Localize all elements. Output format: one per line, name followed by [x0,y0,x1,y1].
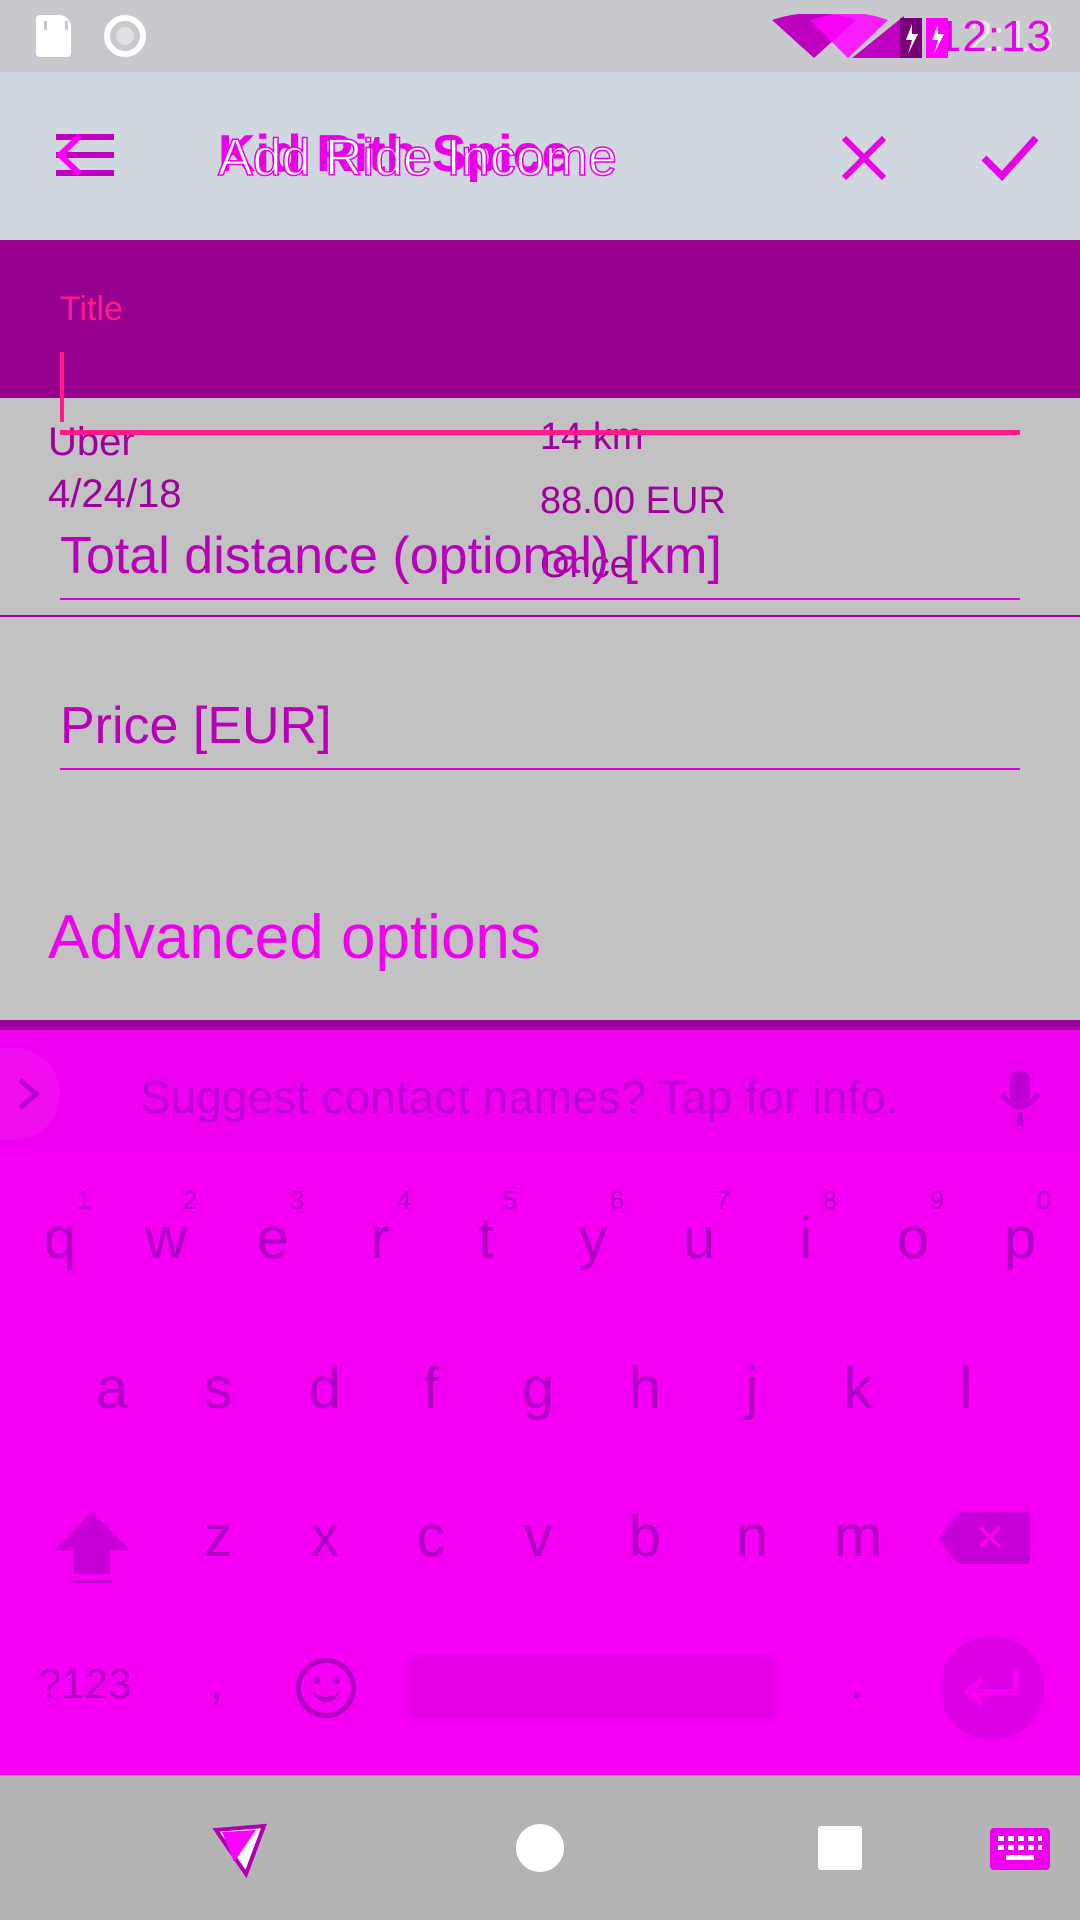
sync-icon [104,15,146,57]
toolbar: Kid Rith Spice Add Ride Income [0,72,1080,240]
close-icon[interactable] [840,134,888,182]
toolbar-title: Add Ride Income [217,128,617,188]
key-v[interactable]: v [493,1503,583,1570]
key-a[interactable]: a [67,1355,157,1422]
advanced-options-button[interactable]: Advanced options [48,902,541,973]
suggestion-text[interactable]: Suggest contact names? Tap for info. [140,1070,899,1124]
enter-icon [963,1670,1019,1707]
price-input[interactable] [60,768,1020,770]
key-k[interactable]: k [813,1355,903,1422]
keyboard-top-edge [0,1020,1080,1030]
recents-icon[interactable] [818,1826,862,1870]
key-hint-1: 1 [76,1185,92,1215]
comma-key[interactable]: , [210,1655,223,1710]
key-hint-3: 3 [289,1185,305,1215]
backspace-key[interactable] [938,1512,1030,1564]
enter-key[interactable] [940,1636,1044,1740]
key-hint-4: 4 [396,1185,412,1215]
distance-field-label: Total distance (optional) [km] [60,527,722,585]
bg-item-date: 4/24/18 [48,472,182,516]
key-s[interactable]: s [173,1355,263,1422]
menu-icon[interactable] [54,132,116,178]
price-field-label: Price [EUR] [60,697,332,755]
key-hint-2: 2 [182,1185,198,1215]
key-hint-7: 7 [715,1185,731,1215]
title-input[interactable] [60,430,1020,435]
sd-card-icon [36,15,71,57]
key-m[interactable]: m [813,1503,903,1570]
clock: 12:13 [936,12,1052,61]
key-n[interactable]: n [707,1503,797,1570]
key-d[interactable]: d [280,1355,370,1422]
key-hint-8: 8 [822,1185,838,1215]
mic-icon[interactable] [998,1068,1042,1128]
key-l[interactable]: l [921,1355,1011,1422]
home-icon[interactable] [516,1824,564,1872]
emoji-icon[interactable] [296,1658,356,1718]
distance-input[interactable] [60,598,1020,600]
bg-item-price: 88.00 EUR [540,480,726,522]
keyboard-keys-glyph [998,1836,1042,1860]
key-b[interactable]: b [600,1503,690,1570]
key-j[interactable]: j [707,1355,797,1422]
key-hint-9: 9 [929,1185,945,1215]
bg-item-distance: 14 km [540,416,644,458]
shift-key[interactable] [52,1508,132,1583]
keyboard-icon[interactable] [990,1828,1050,1870]
title-label: Title [60,290,123,328]
bg-item-name: Uber [48,420,135,464]
key-hint-5: 5 [502,1185,518,1215]
period-key[interactable]: . [850,1655,863,1710]
space-key[interactable] [408,1655,776,1719]
key-hint-0: 0 [1036,1185,1052,1215]
title-field-container [0,240,1080,398]
key-x[interactable]: x [280,1503,370,1570]
check-icon[interactable] [980,132,1040,182]
chevron-right-icon [18,1078,40,1110]
symbols-key[interactable]: ?123 [38,1660,131,1708]
list-divider [0,615,1080,617]
key-g[interactable]: g [493,1355,583,1422]
key-f[interactable]: f [386,1355,476,1422]
back-icon[interactable] [212,1822,268,1878]
key-h[interactable]: h [600,1355,690,1422]
key-z[interactable]: z [173,1503,263,1570]
key-c[interactable]: c [386,1503,476,1570]
key-hint-6: 6 [609,1185,625,1215]
text-cursor [60,352,64,422]
